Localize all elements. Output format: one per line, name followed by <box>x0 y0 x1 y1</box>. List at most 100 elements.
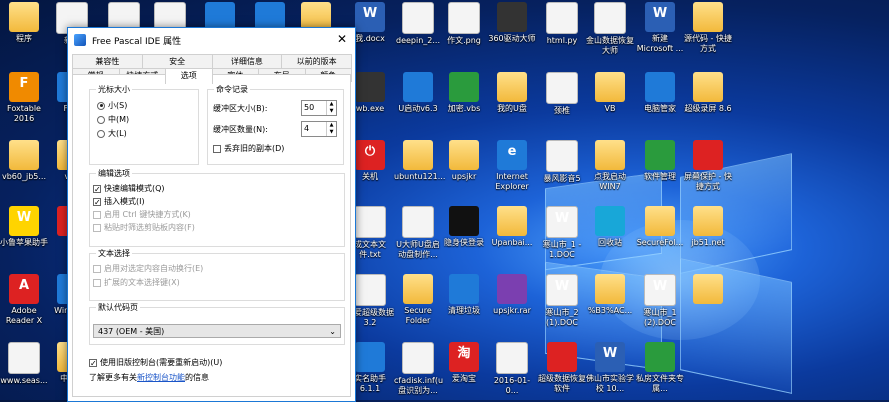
tab-compatibility[interactable]: 兼容性 <box>72 54 143 68</box>
icon-securefol-image[interactable] <box>645 206 675 236</box>
icon-baofeng-image[interactable] <box>546 140 578 172</box>
icon-upanbai[interactable]: Upanbai... <box>488 206 536 248</box>
icon-foxtable[interactable]: F Foxtable 2016 <box>0 72 48 124</box>
checkbox-indicator[interactable]: ✓ <box>93 184 101 193</box>
discard-old-checkbox[interactable]: 丢弃旧的副本(D) <box>213 143 284 154</box>
icon-uqidong[interactable]: U启动v6.3 <box>394 72 442 114</box>
icon-vbs[interactable]: 加密.vbs <box>440 72 488 114</box>
icon-vbs-image[interactable] <box>449 72 479 102</box>
stepper-value[interactable]: 50 <box>302 101 326 115</box>
radio-cursor-large[interactable]: 大(L) <box>97 128 127 139</box>
icon-foxtable-image[interactable]: F <box>9 72 39 102</box>
icon-doc-2[interactable]: W 寒山市_2 (1).DOC <box>538 274 586 328</box>
stepper-arrows-icon[interactable]: ▲ ▼ <box>326 122 336 136</box>
icon-360-image[interactable] <box>497 2 527 32</box>
radio-cursor-small[interactable]: 小(S) <box>97 100 127 111</box>
icon-360[interactable]: 360驱动大师 <box>488 2 536 44</box>
icon-2016[interactable]: 2016-01-0... <box>488 342 536 396</box>
icon-private-folder[interactable]: 私房文件夹专属... <box>636 342 684 394</box>
icon-vb[interactable]: VB <box>586 72 634 114</box>
icon-foshan-image[interactable]: W <box>595 342 625 372</box>
icon-clean-image[interactable] <box>449 274 479 304</box>
icon-screen-recorder-image[interactable] <box>693 72 723 102</box>
icon-doc-1-image[interactable]: W <box>546 206 578 238</box>
icon-xiaolu-image[interactable]: W <box>9 206 39 236</box>
icon-neck-image[interactable] <box>546 72 578 104</box>
checkbox-indicator[interactable] <box>213 144 221 153</box>
icon-vb-image[interactable] <box>595 72 625 102</box>
icon-new-ms[interactable]: W 新建 Microsoft ... <box>636 2 684 54</box>
icon-clean[interactable]: 清理垃圾 <box>440 274 488 316</box>
icon-securefol[interactable]: SecureFol... <box>636 206 684 248</box>
insert-mode-checkbox[interactable]: ✓ 插入模式(I) <box>93 196 145 207</box>
icon-software-mgr[interactable]: 软件管理 <box>636 140 684 182</box>
icon-recycle-image[interactable] <box>595 206 625 236</box>
icon-yinshenxia[interactable]: 隐身侠登录 <box>440 206 488 248</box>
icon-blank[interactable] <box>684 274 732 306</box>
icon-html-py-image[interactable] <box>546 2 578 34</box>
icon-neck[interactable]: 颈椎 <box>538 72 586 116</box>
icon-www-seas-image[interactable] <box>8 342 40 374</box>
icon-wb-exe-image[interactable] <box>355 72 385 102</box>
icon-screen-recorder[interactable]: 超级录屏 8.6 <box>684 72 732 114</box>
icon-jb51-image[interactable] <box>693 206 723 236</box>
buffer-size-stepper[interactable]: 50 ▲ ▼ <box>301 100 337 116</box>
icon-udashi[interactable]: U大师U盘启动盘制作... <box>394 206 442 260</box>
tab-security[interactable]: 安全 <box>141 54 213 68</box>
icon-uqidong-image[interactable] <box>403 72 433 102</box>
icon-jinshan-image[interactable] <box>594 2 626 34</box>
icon-ie[interactable]: e Internet Explorer <box>488 140 536 192</box>
icon-blank-image[interactable] <box>693 274 723 304</box>
icon-zuowen-image[interactable] <box>448 2 480 34</box>
checkbox-indicator[interactable]: ✓ <box>93 197 101 206</box>
icon-ie-image[interactable]: e <box>497 140 527 170</box>
icon-vb60-image[interactable] <box>9 140 39 170</box>
codepage-select[interactable]: 437 (OEM - 美国) ⌄ <box>93 324 341 338</box>
icon-upsjkr[interactable]: upsjkr <box>440 140 488 182</box>
icon-upanbai-image[interactable] <box>497 206 527 236</box>
icon-program-image[interactable] <box>9 2 39 32</box>
icon-data32-image[interactable] <box>354 274 386 306</box>
radio-cursor-medium[interactable]: 中(M) <box>97 114 129 125</box>
icon-screensaver-image[interactable] <box>693 140 723 170</box>
chevron-down-icon[interactable]: ⌄ <box>329 325 336 339</box>
icon-pc-manager-image[interactable] <box>645 72 675 102</box>
icon-software-mgr-image[interactable] <box>645 140 675 170</box>
icon-ubuntu[interactable]: ubuntu121... <box>394 140 445 182</box>
icon-b3ac-image[interactable] <box>595 274 625 304</box>
icon-program[interactable]: 程序 <box>0 2 48 44</box>
icon-udashi-image[interactable] <box>402 206 434 238</box>
icon-my-usb[interactable]: 我的U盘 <box>488 72 536 114</box>
stepper-arrows-icon[interactable]: ▲ ▼ <box>326 101 336 115</box>
tab-options[interactable]: 选项 <box>165 68 213 84</box>
icon-win7[interactable]: 点我启动WIN7 <box>586 140 634 192</box>
icon-taobao[interactable]: 淘爱淘宝 <box>440 342 488 384</box>
icon-baofeng[interactable]: 暴风影音5 <box>538 140 586 184</box>
icon-shutdown-image[interactable]: ⏻ <box>355 140 385 170</box>
icon-www-seas[interactable]: www.seas... <box>0 342 48 386</box>
stepper-value[interactable]: 4 <box>302 122 326 136</box>
icon-deepin[interactable]: deepin_2... <box>394 2 442 46</box>
quick-edit-checkbox[interactable]: ✓ 快速编辑模式(Q) <box>93 183 165 194</box>
icon-source-shortcut[interactable]: 源代码 - 快捷方式 <box>684 2 732 54</box>
icon-upsjkr-rar[interactable]: upsjkr.rar <box>488 274 536 316</box>
icon-new-ms-image[interactable]: W <box>645 2 675 32</box>
icon-doc-3-image[interactable]: W <box>644 274 676 306</box>
icon-jb51[interactable]: jb51.net <box>684 206 732 248</box>
icon-cfadisk[interactable]: cfadisk.inf(u盘识别为... <box>394 342 443 396</box>
close-icon[interactable]: ✕ <box>335 32 349 46</box>
icon-jinshan[interactable]: 金山数据恢复大师 <box>586 2 634 56</box>
icon-adobe-reader[interactable]: A Adobe Reader X <box>0 274 48 326</box>
icon-zuowen[interactable]: 作文.png <box>440 2 488 46</box>
icon-upsjkr-rar-image[interactable] <box>497 274 527 304</box>
icon-my-usb-image[interactable] <box>497 72 527 102</box>
new-console-link[interactable]: 新控制台功能 <box>137 372 185 383</box>
icon-ubuntu-image[interactable] <box>403 140 433 170</box>
radio-indicator[interactable] <box>97 129 105 138</box>
icon-recovery[interactable]: 超级数据恢复软件 <box>538 342 586 394</box>
tab-details[interactable]: 详细信息 <box>211 54 283 68</box>
icon-private-folder-image[interactable] <box>645 342 675 372</box>
icon-win7-image[interactable] <box>595 140 625 170</box>
icon-pc-manager[interactable]: 电脑管家 <box>636 72 684 114</box>
icon-source-shortcut-image[interactable] <box>693 2 723 32</box>
